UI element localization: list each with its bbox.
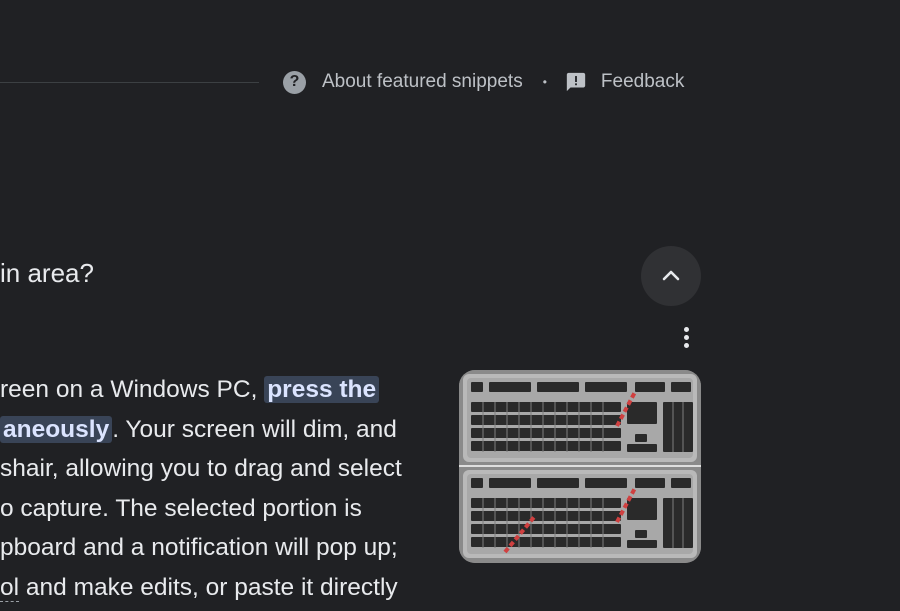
answer-line: o capture. The selected portion is xyxy=(0,494,362,522)
answer-text: . Your screen will dim, and xyxy=(112,415,397,443)
collapse-button[interactable] xyxy=(641,246,701,306)
divider xyxy=(0,82,259,83)
separator-dot: • xyxy=(542,75,547,89)
about-featured-snippets-link[interactable]: ? About featured snippets xyxy=(283,70,523,94)
answer-line: shair, allowing you to drag and select xyxy=(0,455,402,483)
answer-line: pboard and a notification will pop up; xyxy=(0,534,398,562)
answer-text: and make edits, or paste it directly xyxy=(19,573,398,601)
answer-snippet: reen on a Windows PC, press the aneously… xyxy=(0,370,445,608)
answer-line: aneously. Your screen will dim, and xyxy=(0,410,445,450)
about-featured-snippets-label: About featured snippets xyxy=(322,71,523,92)
feedback-link[interactable]: Feedback xyxy=(565,71,684,93)
keyboard-thumbnail-image[interactable] xyxy=(459,370,701,563)
feedback-icon xyxy=(566,72,586,92)
feedback-label: Feedback xyxy=(600,71,685,92)
answer-text: reen on a Windows PC, xyxy=(0,376,265,403)
answer-highlight: aneously xyxy=(0,415,113,443)
search-result-page: ? About featured snippets • Feedback in … xyxy=(0,0,900,611)
keyboard-top xyxy=(463,374,697,462)
more-vert-icon[interactable] xyxy=(677,323,695,351)
term-link[interactable]: ol xyxy=(0,573,20,602)
answer-line: ol and make edits, or paste it directly xyxy=(0,568,445,608)
answer-highlight: press the xyxy=(264,376,380,403)
help-circle-icon: ? xyxy=(283,70,306,94)
snippet-meta-row: ? About featured snippets • Feedback xyxy=(283,66,684,98)
keyboard-image xyxy=(459,370,701,563)
related-question-text[interactable]: in area? xyxy=(0,258,94,289)
answer-line: reen on a Windows PC, press the xyxy=(0,370,445,410)
chevron-up-icon xyxy=(662,270,680,281)
keyboard-bottom xyxy=(463,470,697,558)
